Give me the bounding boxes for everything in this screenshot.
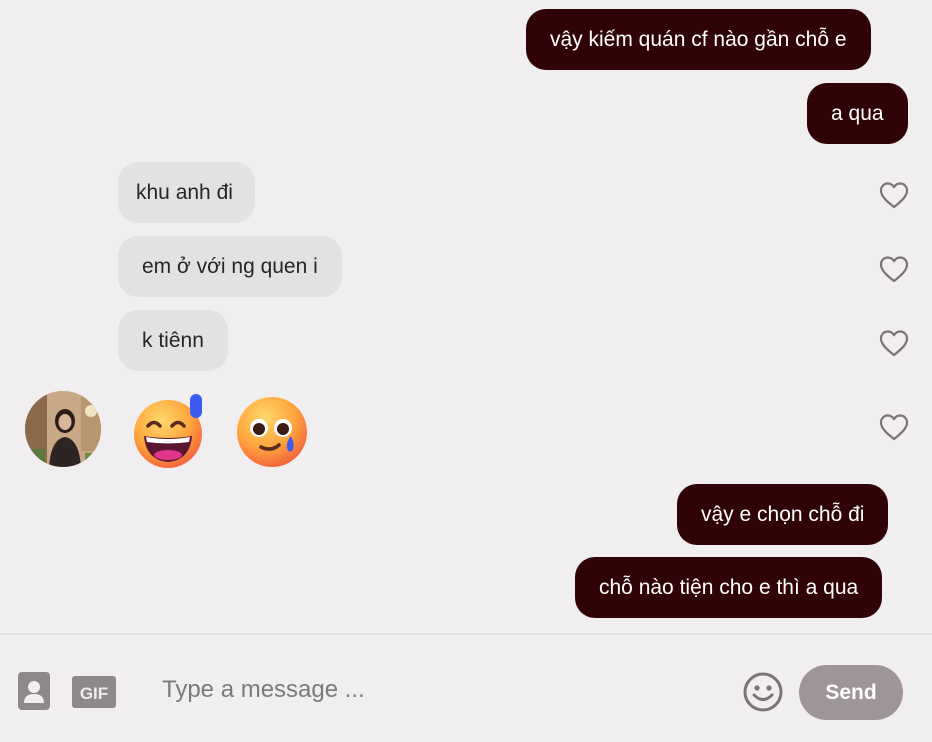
incoming-message: k tiênn [118, 310, 228, 371]
like-heart-icon[interactable] [879, 329, 909, 357]
incoming-message: em ở với ng quen i [118, 236, 342, 297]
message-composer: GIF Send [0, 633, 932, 742]
like-heart-icon[interactable] [879, 181, 909, 209]
grinning-sweat-emoji [130, 392, 208, 470]
outgoing-message: vậy kiếm quán cf nào gần chỗ e [526, 9, 871, 70]
message-input[interactable] [150, 665, 720, 715]
emoji-picker-icon[interactable] [742, 671, 784, 718]
contact-card-icon[interactable] [18, 672, 50, 715]
send-button[interactable]: Send [799, 665, 903, 720]
contact-avatar[interactable] [25, 391, 101, 467]
like-heart-icon[interactable] [879, 255, 909, 283]
outgoing-message: vậy e chọn chỗ đi [677, 484, 889, 545]
incoming-message: khu anh đi [118, 162, 255, 223]
gif-icon[interactable]: GIF [72, 676, 116, 713]
outgoing-message: a qua [807, 83, 908, 144]
outgoing-message: chỗ nào tiện cho e thì a qua [575, 557, 883, 618]
like-heart-icon[interactable] [879, 413, 909, 441]
svg-text:GIF: GIF [80, 684, 108, 703]
teary-smile-emoji [233, 392, 311, 470]
